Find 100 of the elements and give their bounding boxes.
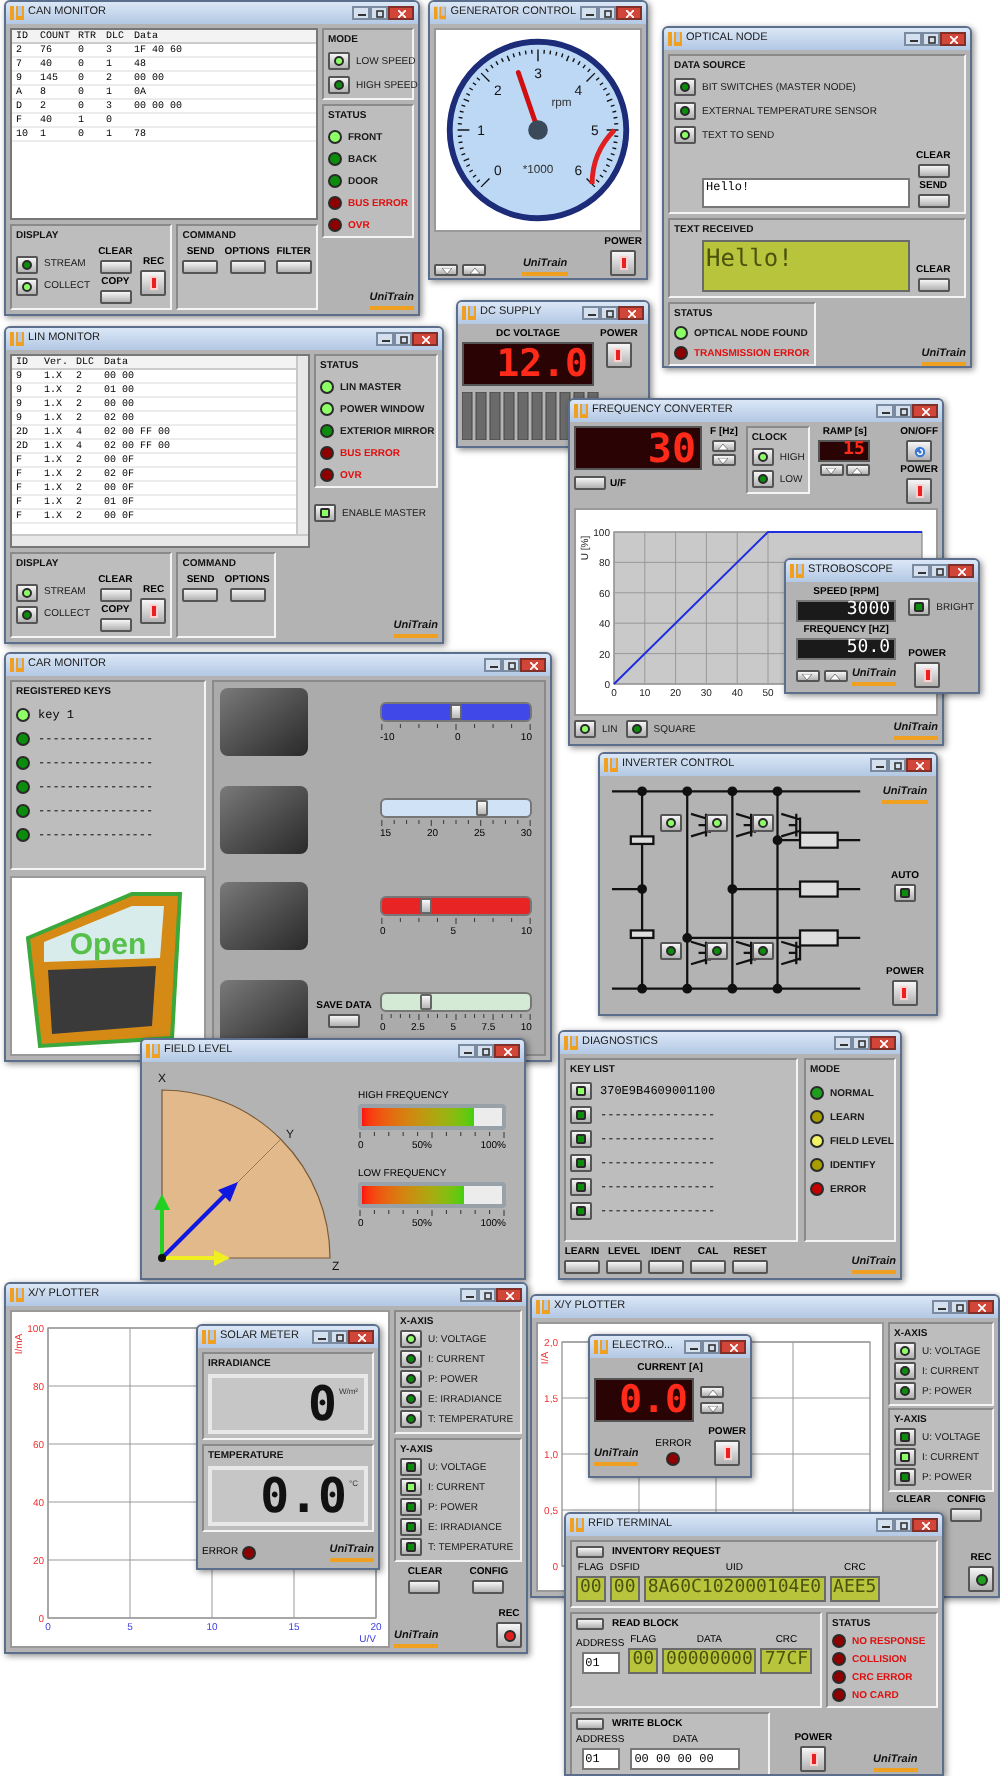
push-button[interactable] [574,476,606,490]
close-button[interactable] [412,332,438,346]
toggle-button[interactable] [570,1178,592,1196]
minimize-button[interactable] [876,1518,894,1532]
toggle-button[interactable] [570,1106,592,1124]
push-button[interactable] [917,164,950,178]
push-button[interactable] [950,1508,983,1522]
toggle-button[interactable] [400,1370,422,1388]
toggle-button[interactable] [400,1538,422,1556]
toggle-button[interactable] [751,470,774,488]
down-button[interactable] [711,454,736,466]
close-button[interactable] [720,1340,746,1354]
close-button[interactable] [388,6,414,20]
up-button[interactable] [700,1386,724,1398]
maximize-button[interactable] [394,332,412,346]
toggle-button[interactable] [660,814,682,832]
push-button[interactable] [648,1260,684,1274]
slider-track[interactable] [380,895,532,916]
maximize-button[interactable] [502,658,520,672]
maximize-button[interactable] [478,1288,496,1302]
toggle-button[interactable] [400,1330,422,1348]
toggle-button[interactable] [893,883,916,902]
power-button[interactable] [714,1440,741,1466]
minimize-button[interactable] [912,564,930,578]
minimize-button[interactable] [484,658,502,672]
down-button[interactable] [434,264,458,276]
maximize-button[interactable] [950,1300,968,1314]
toggle-button[interactable] [570,1130,592,1148]
minimize-button[interactable] [870,758,888,772]
close-button[interactable] [968,1300,994,1314]
maximize-button[interactable] [600,306,618,320]
toggle-button[interactable] [314,504,336,522]
maximize-button[interactable] [702,1340,720,1354]
maximize-button[interactable] [370,6,388,20]
maximize-button[interactable] [930,564,948,578]
maximize-button[interactable] [330,1330,348,1344]
push-button[interactable] [576,1718,604,1730]
push-button[interactable] [99,290,132,304]
toggle-button[interactable] [660,942,682,960]
up-button[interactable] [845,464,870,476]
toggle-button[interactable] [16,583,38,601]
push-button[interactable] [564,1260,600,1274]
toggle-button[interactable] [894,1428,916,1446]
minimize-button[interactable] [376,332,394,346]
close-button[interactable] [912,1518,938,1532]
maximize-button[interactable] [598,6,616,20]
close-button[interactable] [912,404,938,418]
toggle-button[interactable] [400,1390,422,1408]
slider-track[interactable] [380,798,532,819]
maximize-button[interactable] [476,1044,494,1058]
close-button[interactable] [496,1288,522,1302]
push-button[interactable] [99,618,132,632]
toggle-button[interactable] [894,1362,916,1380]
on-off-button[interactable] [906,440,933,462]
toggle-button[interactable] [400,1478,422,1496]
toggle-button[interactable] [674,78,696,96]
toggle-button[interactable] [706,942,728,960]
toggle-button[interactable] [328,52,350,70]
toggle-button[interactable] [16,605,38,623]
minimize-button[interactable] [580,6,598,20]
down-button[interactable] [700,1402,724,1414]
up-button[interactable] [823,670,848,683]
push-button[interactable] [690,1260,726,1274]
close-button[interactable] [870,1036,896,1050]
toggle-button[interactable] [706,814,728,832]
toggle-button[interactable] [674,102,696,120]
close-button[interactable] [520,658,546,672]
minimize-button[interactable] [834,1036,852,1050]
toggle-button[interactable] [752,942,774,960]
power-button[interactable] [140,597,167,623]
toggle-button[interactable] [16,277,38,295]
power-button[interactable] [140,269,167,295]
slider-thumb[interactable] [475,800,488,817]
minimize-button[interactable] [582,306,600,320]
slider-thumb[interactable] [420,897,433,914]
push-button[interactable] [408,1580,441,1594]
maximize-button[interactable] [894,1518,912,1532]
toggle-button[interactable] [400,1458,422,1476]
slider-track[interactable] [380,992,532,1013]
power-button[interactable] [914,662,941,688]
toggle-button[interactable] [894,1448,916,1466]
close-button[interactable] [948,564,974,578]
toggle-button[interactable] [908,598,931,616]
slider-thumb[interactable] [450,703,462,719]
up-button[interactable] [462,264,486,276]
close-button[interactable] [348,1330,374,1344]
slider-thumb[interactable] [420,994,433,1011]
minimize-button[interactable] [312,1330,330,1344]
toggle-button[interactable] [894,1468,916,1486]
push-button[interactable] [917,194,950,208]
record-button[interactable] [496,1622,522,1648]
toggle-button[interactable] [674,126,696,144]
toggle-button[interactable] [400,1410,422,1428]
vertical-scrollbar[interactable] [296,356,308,534]
push-button[interactable] [917,278,950,292]
push-button[interactable] [229,588,266,602]
maximize-button[interactable] [894,404,912,418]
push-button[interactable] [229,260,266,274]
power-button[interactable] [800,1746,827,1772]
toggle-button[interactable] [625,720,648,739]
